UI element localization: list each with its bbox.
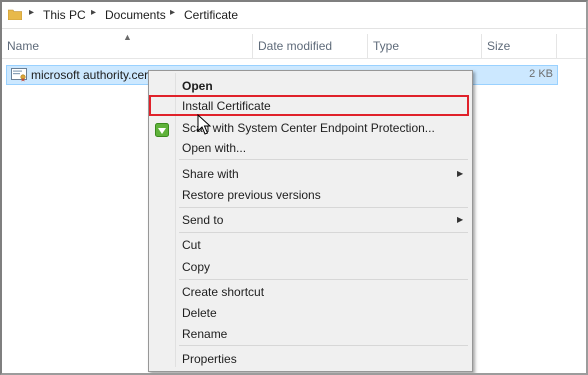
menu-item-share-with[interactable]: Share with	[182, 167, 239, 181]
menu-item-properties[interactable]: Properties	[182, 352, 237, 366]
menu-item-rename[interactable]: Rename	[182, 327, 227, 341]
breadcrumb-separator-icon: ▸	[91, 7, 97, 18]
menu-separator	[179, 345, 468, 346]
menu-gutter	[175, 73, 176, 367]
menu-item-create-shortcut[interactable]: Create shortcut	[182, 285, 264, 299]
menu-item-scan-endpoint-protection[interactable]: Scan with System Center Endpoint Protect…	[182, 121, 435, 135]
column-headers: ▲ Name Date modified Type Size	[2, 32, 586, 59]
column-header-name[interactable]: Name	[7, 39, 39, 53]
menu-item-open[interactable]: Open	[182, 79, 213, 93]
menu-item-restore-previous-versions[interactable]: Restore previous versions	[182, 188, 321, 202]
highlight-box	[149, 95, 469, 116]
menu-separator	[179, 159, 468, 160]
certificate-file-icon	[11, 68, 27, 82]
file-explorer-window: ▸ This PC ▸ Documents ▸ Certificate ▲ Na…	[0, 0, 588, 375]
menu-separator	[179, 232, 468, 233]
breadcrumb-certificate[interactable]: Certificate	[184, 8, 238, 22]
menu-item-cut[interactable]: Cut	[182, 238, 201, 252]
column-header-type[interactable]: Type	[373, 39, 399, 53]
column-divider[interactable]	[481, 34, 482, 58]
menu-separator	[179, 279, 468, 280]
column-header-size[interactable]: Size	[487, 39, 510, 53]
breadcrumb-separator-icon: ▸	[170, 7, 176, 18]
menu-item-open-with[interactable]: Open with...	[182, 141, 246, 155]
submenu-arrow-icon: ▶	[457, 215, 464, 224]
address-bar[interactable]: ▸ This PC ▸ Documents ▸ Certificate	[2, 2, 586, 29]
submenu-arrow-icon: ▶	[457, 169, 464, 178]
menu-item-delete[interactable]: Delete	[182, 306, 217, 320]
menu-separator	[179, 207, 468, 208]
file-size: 2 KB	[529, 68, 553, 80]
breadcrumb-this-pc[interactable]: This PC	[43, 8, 86, 22]
breadcrumb-documents[interactable]: Documents	[105, 8, 166, 22]
column-header-date-modified[interactable]: Date modified	[258, 39, 332, 53]
file-name[interactable]: microsoft authority.cer	[31, 68, 148, 82]
folder-icon	[8, 9, 22, 20]
menu-item-copy[interactable]: Copy	[182, 260, 210, 274]
column-divider[interactable]	[367, 34, 368, 58]
menu-item-send-to[interactable]: Send to	[182, 213, 223, 227]
mouse-cursor-icon	[197, 114, 211, 135]
sort-ascending-icon: ▲	[123, 32, 132, 42]
column-divider[interactable]	[556, 34, 557, 58]
column-divider[interactable]	[252, 34, 253, 58]
breadcrumb-separator-icon: ▸	[29, 7, 35, 18]
endpoint-protection-icon	[155, 123, 169, 137]
